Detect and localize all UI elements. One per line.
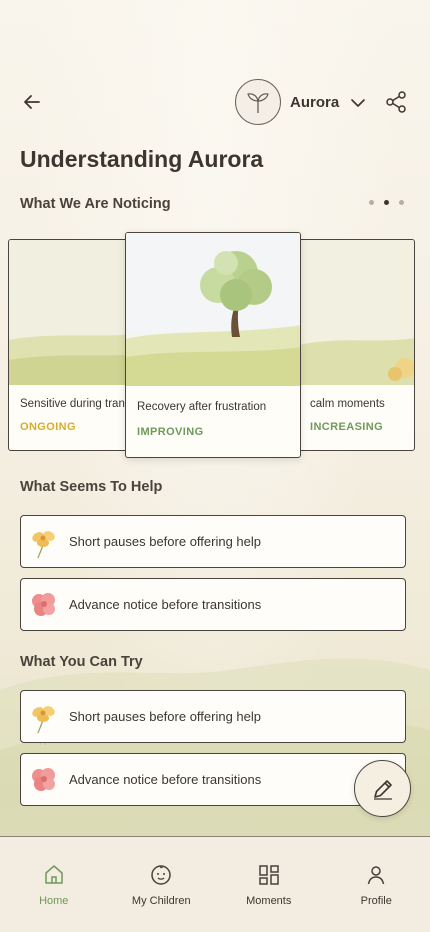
noticing-section-title: What We Are Noticing bbox=[20, 196, 171, 212]
carousel-dots bbox=[369, 200, 404, 205]
help-item[interactable]: Short pauses before offering help bbox=[20, 515, 406, 568]
chevron-down-icon[interactable] bbox=[350, 96, 366, 110]
card-label: Sensitive during tran bbox=[20, 398, 125, 410]
card-landscape-image bbox=[9, 240, 135, 385]
try-item-label: Short pauses before offering help bbox=[69, 709, 262, 724]
sprout-icon bbox=[247, 93, 269, 113]
helps-section-title: What Seems To Help bbox=[20, 479, 163, 495]
card-status-improving: IMPROVING bbox=[137, 426, 204, 438]
nav-profile-label: Profile bbox=[360, 895, 392, 907]
pencil-icon bbox=[373, 779, 392, 800]
child-avatar[interactable] bbox=[235, 79, 281, 125]
yellow-flower-icon bbox=[32, 705, 55, 733]
nav-moments[interactable]: Moments bbox=[215, 837, 323, 932]
compose-button[interactable] bbox=[354, 760, 411, 817]
card-status-ongoing: ONGOING bbox=[20, 421, 76, 433]
card-label: Recovery after frustration bbox=[137, 401, 267, 413]
share-icon[interactable] bbox=[384, 90, 408, 114]
help-item-label: Advance notice before transitions bbox=[69, 597, 262, 612]
nav-home-label: Home bbox=[39, 895, 69, 907]
noticing-card-recovery[interactable]: Recovery after frustration IMPROVING bbox=[125, 232, 301, 458]
yellow-flower-icon bbox=[32, 530, 55, 558]
red-flower-icon bbox=[32, 592, 55, 616]
red-flower-icon bbox=[32, 767, 55, 791]
bottom-nav: Home My Children Moments Profile bbox=[0, 836, 430, 932]
try-item-label: Advance notice before transitions bbox=[69, 772, 262, 787]
card-landscape-image bbox=[299, 240, 414, 385]
page-title: Understanding Aurora bbox=[20, 146, 264, 172]
child-name[interactable]: Aurora bbox=[290, 94, 339, 111]
carousel-dot-active[interactable] bbox=[384, 200, 389, 205]
user-icon bbox=[368, 866, 385, 885]
noticing-card-calm[interactable]: calm moments INCREASING bbox=[298, 239, 415, 451]
nav-home[interactable]: Home bbox=[0, 837, 108, 932]
nav-my-children[interactable]: My Children bbox=[108, 837, 216, 932]
back-button[interactable] bbox=[18, 88, 46, 116]
carousel-dot[interactable] bbox=[399, 200, 404, 205]
grid-icon bbox=[259, 865, 279, 885]
try-item[interactable]: Advance notice before transitions bbox=[20, 753, 406, 806]
tree-image bbox=[126, 233, 300, 386]
help-item-label: Short pauses before offering help bbox=[69, 534, 262, 549]
home-icon bbox=[45, 865, 63, 884]
arrow-left-icon bbox=[24, 95, 40, 109]
card-label: calm moments bbox=[310, 398, 385, 410]
card-status-increasing: INCREASING bbox=[310, 421, 384, 433]
nav-children-label: My Children bbox=[131, 895, 191, 907]
help-item[interactable]: Advance notice before transitions bbox=[20, 578, 406, 631]
nav-profile[interactable]: Profile bbox=[323, 837, 430, 932]
try-item[interactable]: Short pauses before offering help bbox=[20, 690, 406, 743]
nav-moments-label: Moments bbox=[246, 895, 292, 907]
try-section-title: What You Can Try bbox=[20, 654, 143, 670]
child-face-icon bbox=[151, 865, 171, 885]
carousel-dot[interactable] bbox=[369, 200, 374, 205]
noticing-card-sensitive[interactable]: Sensitive during tran ONGOING bbox=[8, 239, 136, 451]
